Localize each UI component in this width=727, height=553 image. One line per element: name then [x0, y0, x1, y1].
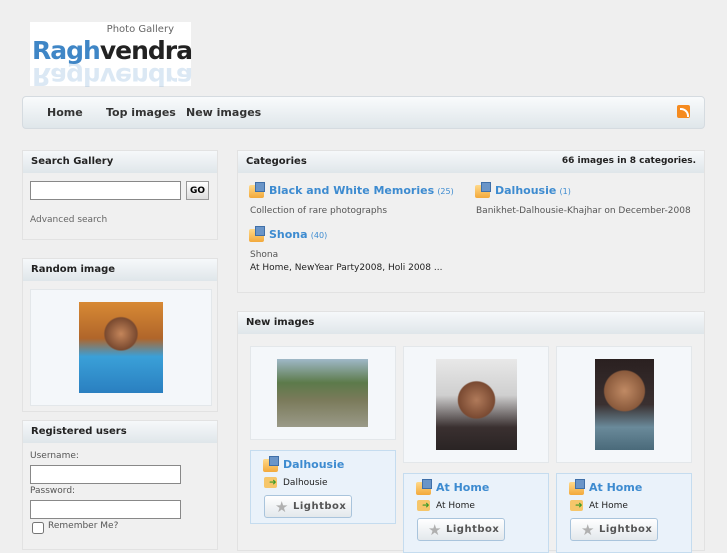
- login-title: Registered users: [23, 421, 217, 443]
- category-item: Dalhousie (1) Banikhet-Dalhousie-Khajhar…: [475, 181, 691, 216]
- search-panel: Search Gallery GO Advanced search: [22, 150, 218, 240]
- remember-checkbox[interactable]: [32, 522, 44, 534]
- password-label: Password:: [30, 486, 76, 496]
- category-desc: Banikhet-Dalhousie-Khajhar on December-2…: [476, 205, 691, 216]
- logo-reflection: Raghvendra: [32, 62, 192, 91]
- search-go-button[interactable]: GO: [186, 181, 209, 200]
- logo-name: Raghvendra: [32, 36, 193, 65]
- random-image-title: Random image: [23, 259, 217, 281]
- category-desc: Collection of rare photographs: [250, 205, 388, 216]
- image-thumbnail[interactable]: [277, 359, 368, 427]
- category-desc: Shona: [250, 249, 279, 260]
- categories-panel: 66 images in 8 categories. Categories Bla…: [237, 150, 705, 293]
- folder-icon: [249, 181, 265, 198]
- image-category-link[interactable]: At Home: [589, 501, 628, 511]
- category-arrow-icon: [417, 500, 430, 511]
- advanced-search-link[interactable]: Advanced search: [30, 215, 107, 225]
- random-image-panel: Random image: [22, 258, 218, 412]
- image-cell: [403, 346, 549, 463]
- lightbox-button[interactable]: Lightbox: [264, 495, 352, 518]
- password-input[interactable]: [30, 500, 181, 519]
- lightbox-button[interactable]: Lightbox: [417, 518, 505, 541]
- folder-icon: [416, 478, 432, 495]
- username-label: Username:: [30, 451, 79, 461]
- category-link[interactable]: Shona: [269, 228, 308, 241]
- image-title-link[interactable]: At Home: [589, 481, 642, 494]
- search-title: Search Gallery: [23, 151, 217, 173]
- categories-title: Categories: [246, 156, 307, 167]
- category-count: (1): [559, 187, 571, 196]
- search-input[interactable]: [30, 181, 181, 200]
- category-item: Black and White Memories (25) Collection…: [249, 181, 454, 216]
- category-arrow-icon: [264, 477, 277, 488]
- category-arrow-icon: [570, 500, 583, 511]
- image-info: At Home At Home Lightbox: [403, 473, 549, 553]
- remember-label: Remember Me?: [48, 521, 119, 531]
- category-count: (40): [310, 231, 328, 240]
- new-images-title: New images: [238, 312, 704, 334]
- categories-summary: 66 images in 8 categories.: [561, 156, 696, 166]
- image-title-link[interactable]: Dalhousie: [283, 458, 344, 471]
- site-logo[interactable]: Photo Gallery Raghvendra Raghvendra: [30, 22, 193, 91]
- nav-top-images[interactable]: Top images: [106, 106, 176, 119]
- lightbox-button[interactable]: Lightbox: [570, 518, 658, 541]
- image-category-link[interactable]: At Home: [436, 501, 475, 511]
- folder-icon: [569, 478, 585, 495]
- image-thumbnail[interactable]: [436, 359, 517, 450]
- image-cell: [556, 346, 692, 463]
- image-title-link[interactable]: At Home: [436, 481, 489, 494]
- image-cell: [250, 346, 396, 440]
- category-count: (25): [437, 187, 454, 196]
- logo-subtitle: Photo Gallery: [106, 24, 174, 35]
- image-info: At Home At Home Lightbox: [556, 473, 692, 553]
- folder-icon: [249, 225, 265, 242]
- nav-home[interactable]: Home: [47, 106, 83, 119]
- rss-icon[interactable]: [677, 105, 690, 118]
- image-category-link[interactable]: Dalhousie: [283, 478, 328, 488]
- nav-new-images[interactable]: New images: [186, 106, 261, 119]
- subcategory-links[interactable]: At Home, NewYear Party2008, Holi 2008 ..…: [250, 263, 442, 273]
- login-panel: Registered users Username: Password: Rem…: [22, 420, 218, 550]
- random-image-frame: [30, 289, 212, 406]
- category-item: Shona (40) Shona At Home, NewYear Party2…: [249, 225, 442, 273]
- random-image-thumbnail[interactable]: [79, 302, 163, 393]
- image-thumbnail[interactable]: [595, 359, 654, 450]
- categories-header: 66 images in 8 categories. Categories: [238, 151, 704, 173]
- main-nav: Home Top images New images: [22, 96, 705, 129]
- category-link[interactable]: Black and White Memories: [269, 184, 434, 197]
- category-link[interactable]: Dalhousie: [495, 184, 556, 197]
- folder-icon: [263, 455, 279, 472]
- username-input[interactable]: [30, 465, 181, 484]
- folder-icon: [475, 181, 491, 198]
- image-info: Dalhousie Dalhousie Lightbox: [250, 450, 396, 524]
